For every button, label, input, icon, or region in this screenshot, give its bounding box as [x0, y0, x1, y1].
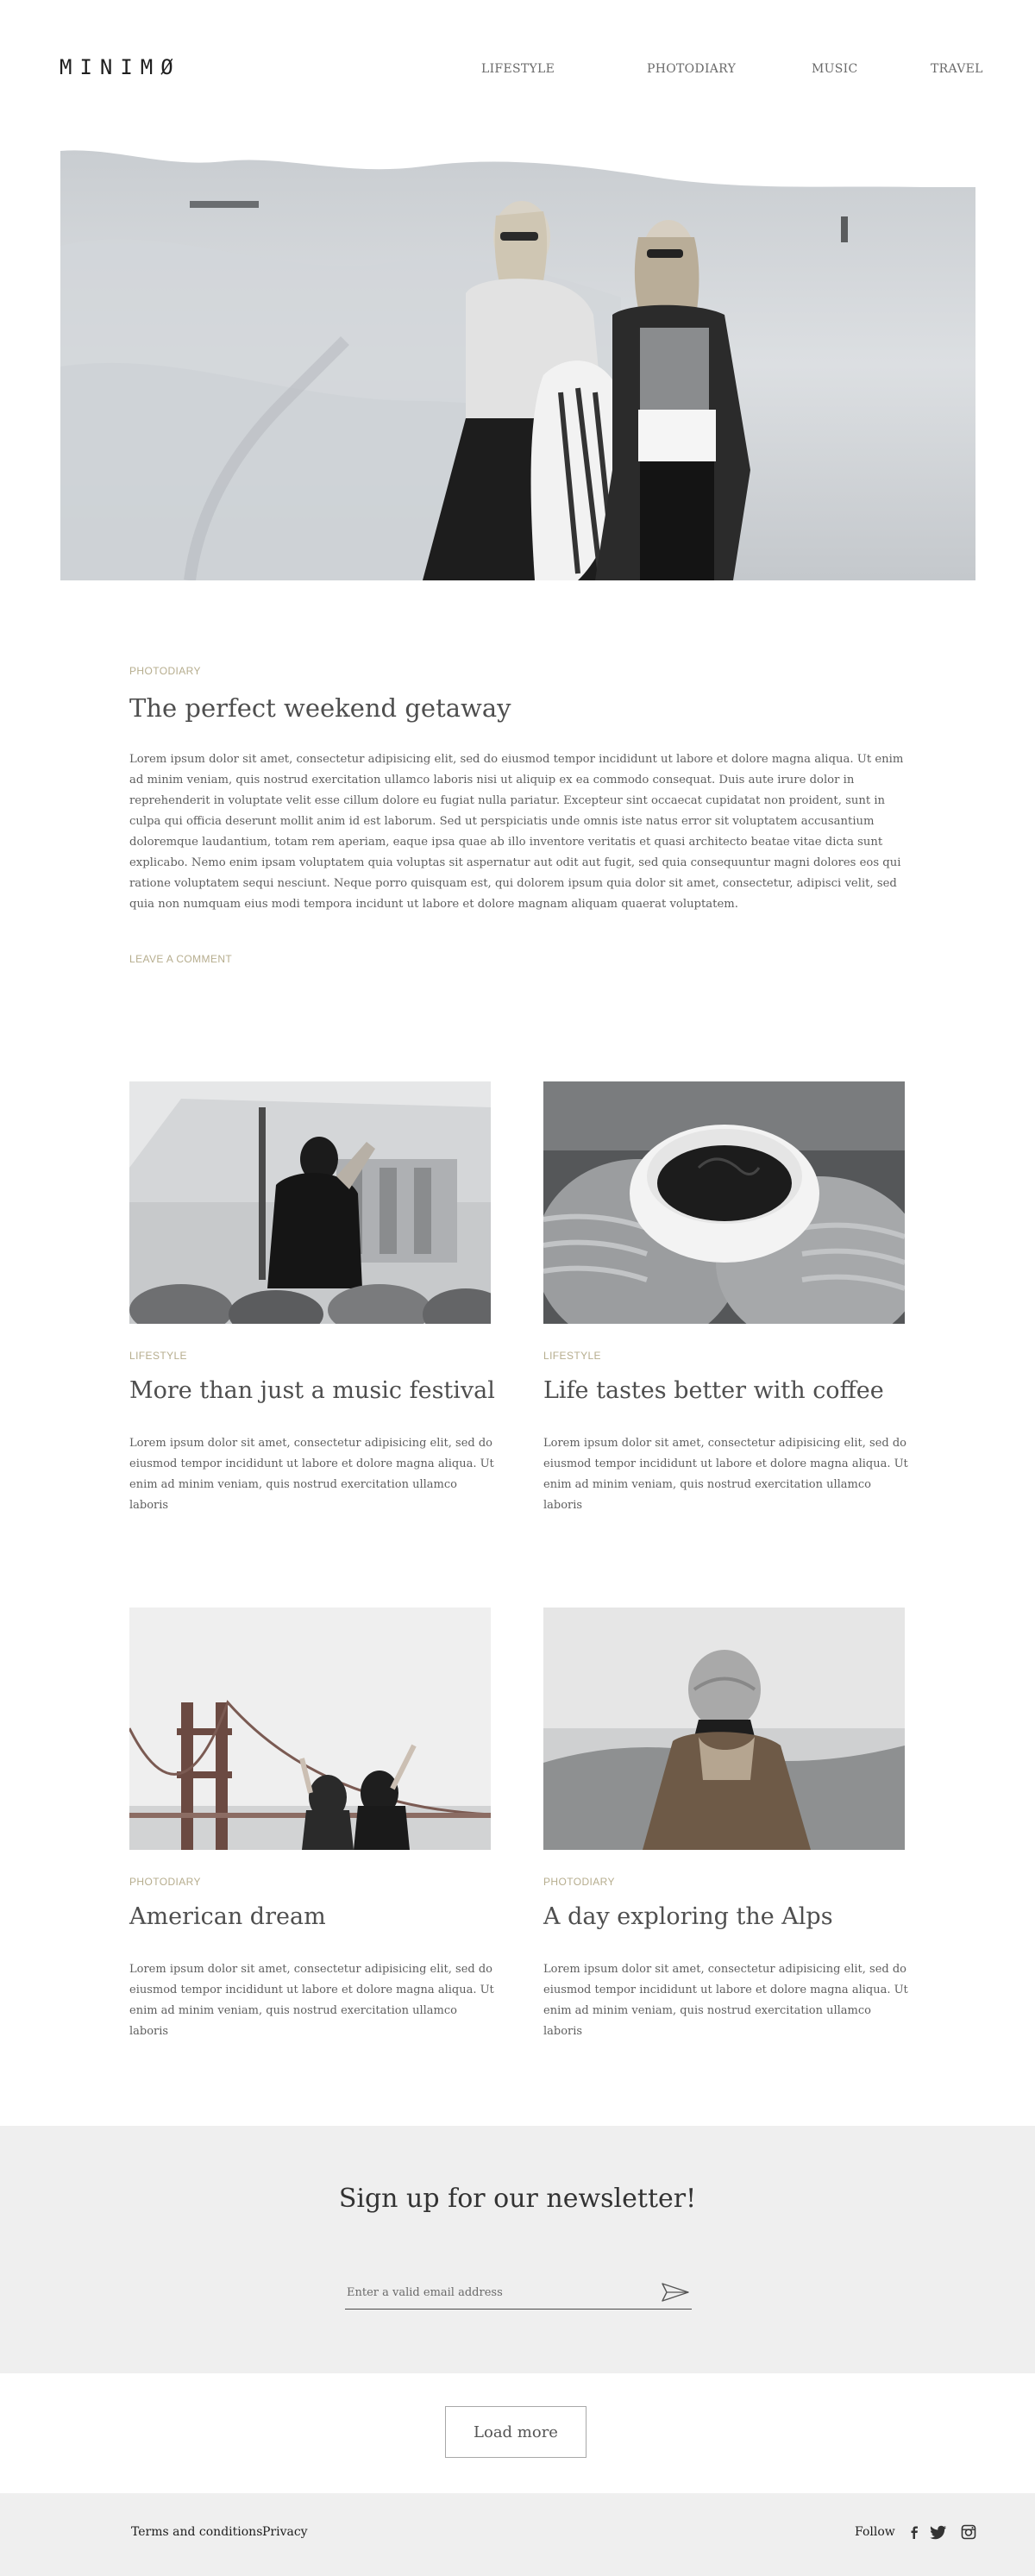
site-header: MINIMØ LIFESTYLE PHOTODIARY MUSIC TRAVEL [0, 0, 1035, 142]
newsletter-section [0, 2126, 1035, 2373]
post-excerpt: Lorem ipsum dolor sit amet, consectetur … [129, 1437, 494, 1512]
nav-item-photodiary[interactable]: PHOTODIARY [647, 62, 736, 76]
post-title[interactable]: More than just a music festival [129, 1377, 495, 1404]
newsletter-title: Sign up for our newsletter! [338, 2184, 697, 2214]
paper-plane-icon[interactable] [661, 2281, 690, 2303]
post-title[interactable]: American dream [129, 1903, 326, 1930]
post-category[interactable]: PHOTODIARY [543, 1876, 615, 1888]
post-title[interactable]: Life tastes better with coffee [543, 1377, 884, 1404]
post-image-coffee[interactable] [543, 1081, 905, 1324]
nav-item-lifestyle[interactable]: LIFESTYLE [481, 62, 555, 76]
email-underline [345, 2309, 692, 2310]
post-image-festival[interactable] [129, 1081, 491, 1324]
load-more-button[interactable]: Load more [445, 2406, 586, 2458]
follow-label: Follow [855, 2525, 895, 2539]
twitter-icon[interactable] [930, 2524, 946, 2540]
post-excerpt: Lorem ipsum dolor sit amet, consectetur … [129, 1963, 494, 2038]
nav-item-music[interactable]: MUSIC [812, 62, 857, 76]
post-excerpt: Lorem ipsum dolor sit amet, consectetur … [543, 1963, 908, 2038]
leave-comment-link[interactable]: LEAVE A COMMENT [129, 953, 232, 965]
nav-item-travel[interactable]: TRAVEL [931, 62, 983, 76]
instagram-icon[interactable] [961, 2524, 976, 2540]
post-image-alps[interactable] [543, 1608, 905, 1850]
post-image-bridge[interactable] [129, 1608, 491, 1850]
privacy-link[interactable]: Privacy [262, 2525, 308, 2539]
terms-link[interactable]: Terms and conditions [131, 2525, 262, 2539]
hero-image [60, 142, 975, 580]
facebook-icon[interactable] [906, 2524, 922, 2540]
featured-body: Lorem ipsum dolor sit amet, consectetur … [129, 753, 904, 911]
site-logo[interactable]: MINIMØ [60, 55, 181, 79]
post-title[interactable]: A day exploring the Alps [543, 1903, 833, 1930]
email-input[interactable] [347, 2279, 657, 2305]
post-category[interactable]: LIFESTYLE [543, 1350, 601, 1362]
featured-title[interactable]: The perfect weekend getaway [129, 693, 511, 723]
featured-category[interactable]: PHOTODIARY [129, 665, 201, 677]
post-category[interactable]: LIFESTYLE [129, 1350, 187, 1362]
post-excerpt: Lorem ipsum dolor sit amet, consectetur … [543, 1437, 908, 1512]
post-category[interactable]: PHOTODIARY [129, 1876, 201, 1888]
